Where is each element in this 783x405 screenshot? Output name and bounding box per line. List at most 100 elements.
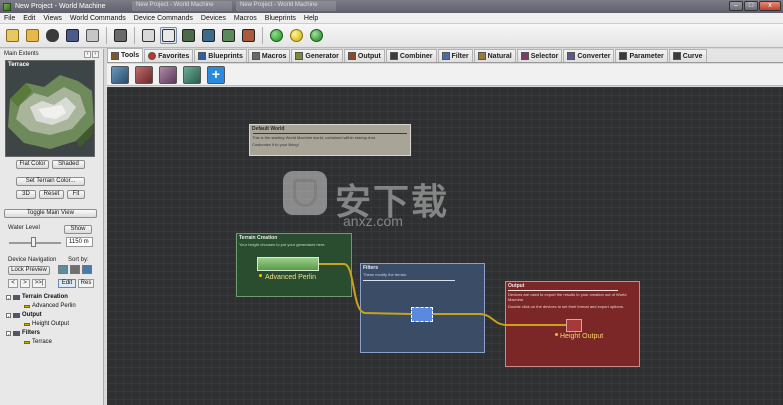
reset-button[interactable]: Reset [39,190,64,199]
macro-tool-icon[interactable] [183,65,201,84]
edit-icon[interactable] [84,27,101,44]
tree-group-output[interactable]: - Output [6,312,42,318]
title-bar: New Project - World Machine New Project … [0,0,783,13]
menu-views[interactable]: Views [39,15,66,22]
menu-device-commands[interactable]: Device Commands [130,15,197,22]
save-icon[interactable] [64,27,81,44]
texture-preview-icon[interactable] [240,27,257,44]
input-port[interactable] [555,333,558,336]
layout-view-icon[interactable] [160,27,177,44]
connection-wires [319,263,566,326]
menu-file[interactable]: File [0,15,19,22]
set-terrain-color-button[interactable]: Set Terrain Color... [16,177,85,186]
water-level-field[interactable]: 1150 m [66,237,93,247]
device-icon [24,340,30,344]
collapse-icon[interactable]: - [6,312,11,318]
texture-view-icon[interactable] [220,27,237,44]
wizard-icon[interactable] [44,27,61,44]
lock-preview-button[interactable]: Lock Preview [8,266,50,275]
comment-tool-icon[interactable] [159,65,177,84]
advanced-perlin-node[interactable] [257,257,319,271]
device-canvas[interactable]: Default World This is the starting World… [107,87,783,405]
menu-macros[interactable]: Macros [230,15,261,22]
close-button[interactable]: x [759,1,781,11]
tab-tools[interactable]: Tools [107,48,144,62]
watermark-shield-icon [283,171,327,215]
nav-prev-button[interactable]: < [8,279,18,288]
curve-icon [672,52,681,60]
add-tool-icon[interactable]: + [207,65,225,84]
res-button[interactable]: Res [78,279,94,288]
toggle-main-view-button[interactable]: Toggle Main View [4,209,97,218]
tree-item-label: Terrain Creation [22,294,68,300]
explorer-icon[interactable] [140,27,157,44]
chevron-right-icon[interactable]: › [92,50,99,58]
tab-label: Converter [577,52,611,60]
device-view-icon[interactable] [180,27,197,44]
tab-combiner[interactable]: Combiner [385,49,437,62]
maximize-button[interactable]: □ [744,1,758,11]
nav-next-button[interactable]: > [20,279,30,288]
tree-group-terrain-creation[interactable]: - Terrain Creation [6,294,68,300]
tree-item-label: Height Output [32,321,70,327]
default-world-note[interactable]: Default World This is the starting World… [249,124,411,156]
new-file-icon[interactable] [4,27,21,44]
shaded-button[interactable]: Shaded [52,160,85,169]
menu-blueprints[interactable]: Blueprints [261,15,300,22]
tab-curve[interactable]: Curve [668,49,707,62]
collapse-icon[interactable]: - [6,330,11,336]
sort-list-icon[interactable] [58,265,68,274]
menu-edit[interactable]: Edit [19,15,39,22]
menu-help[interactable]: Help [300,15,322,22]
menu-world-commands[interactable]: World Commands [66,15,130,22]
terrain-preview[interactable]: Terrace [5,60,95,157]
group-title: Filters [363,265,379,271]
render-icon[interactable] [112,27,129,44]
route-tool-icon[interactable] [135,65,153,84]
water-level-slider[interactable] [31,237,36,247]
output-port[interactable] [259,274,262,277]
minimize-button[interactable]: – [729,1,743,11]
flat-color-button[interactable]: Flat Color [16,160,49,169]
tab-parameter[interactable]: Parameter [615,49,668,62]
tab-blueprints[interactable]: Blueprints [194,49,247,62]
chevron-left-icon[interactable]: ‹ [84,50,91,58]
tree-item-advanced-perlin[interactable]: Advanced Perlin [24,303,76,309]
nav-last-button[interactable]: >>| [32,279,46,288]
collapse-icon[interactable]: - [6,294,11,300]
open-folder-icon[interactable] [24,27,41,44]
build-green-icon[interactable] [268,27,285,44]
build-yellow-icon[interactable] [288,27,305,44]
app-icon [3,2,11,11]
tab-generator[interactable]: Generator [291,49,343,62]
group-tool-icon[interactable] [111,65,129,84]
sort-type-icon[interactable] [70,265,80,274]
height-output-node[interactable] [566,319,582,332]
tab-filter[interactable]: Filter [437,49,473,62]
fit-button[interactable]: Fit [67,190,85,199]
terrain-view-icon[interactable] [200,27,217,44]
tab-natural[interactable]: Natural [473,49,516,62]
tab-favorites[interactable]: Favorites [144,49,194,62]
terrace-node[interactable] [411,307,433,322]
background-window-tab[interactable]: New Project - World Machine [236,1,336,11]
tree-group-filters[interactable]: - Filters [6,330,40,336]
tree-item-terrace[interactable]: Terrace [24,339,52,345]
background-window-tab[interactable]: New Project - World Machine [132,1,232,11]
edit-button[interactable]: Edit [58,279,76,288]
show-water-button[interactable]: Show [64,225,92,234]
group-description: Devices are used to export the results t… [508,292,627,302]
menu-devices[interactable]: Devices [197,15,230,22]
tab-selector[interactable]: Selector [516,49,563,62]
note-line: Customize it to your liking! [252,142,299,147]
sort-group-icon[interactable] [82,265,92,274]
note-divider [253,133,407,134]
toolbar-separator [106,27,107,44]
view-3d-button[interactable]: 3D [16,190,36,199]
tab-converter[interactable]: Converter [563,49,615,62]
tab-output[interactable]: Output [343,49,385,62]
group-description: Double click on the devices to set their… [508,304,624,309]
tree-item-height-output[interactable]: Height Output [24,321,69,327]
build-global-icon[interactable] [308,27,325,44]
tab-macros[interactable]: Macros [247,49,291,62]
